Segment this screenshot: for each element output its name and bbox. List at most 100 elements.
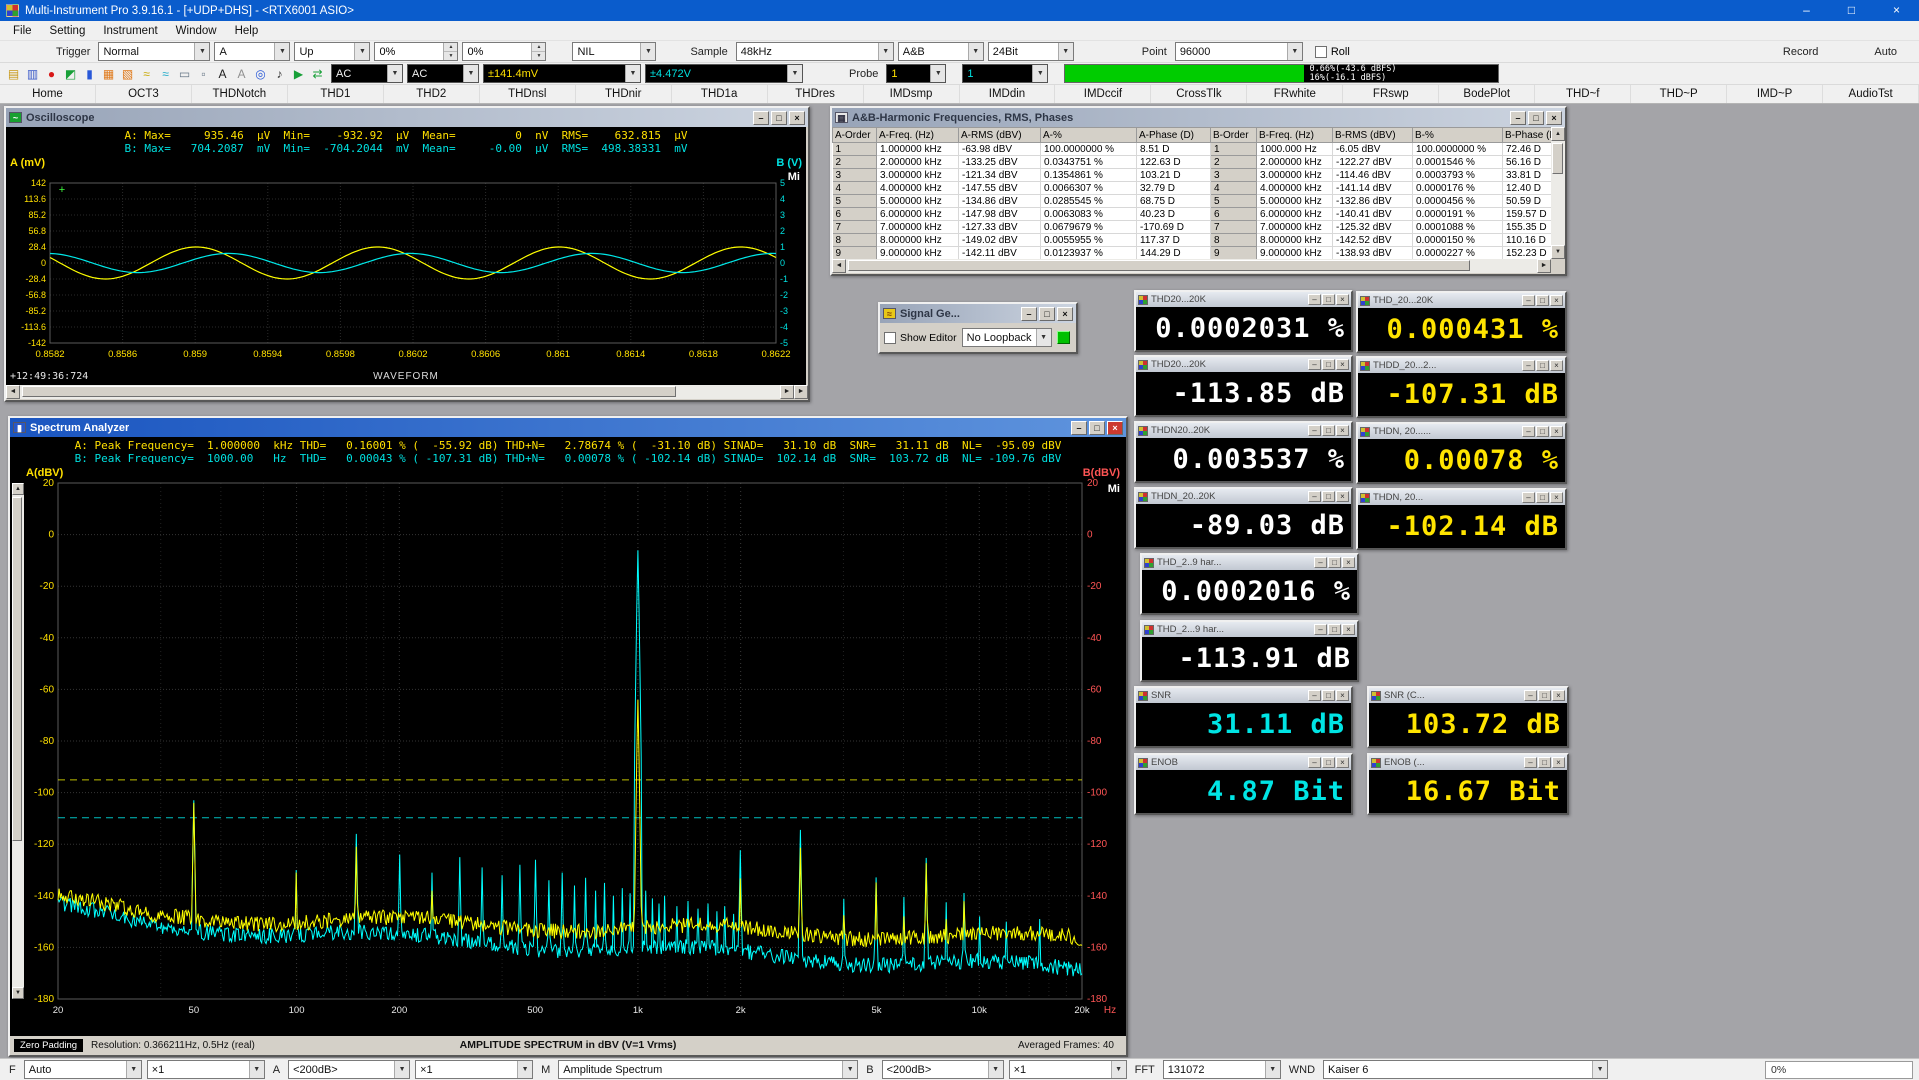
tab-thd-p[interactable]: THD~P xyxy=(1631,85,1728,103)
save-icon[interactable]: ▥ xyxy=(23,64,42,83)
minimize-icon[interactable]: – xyxy=(1314,557,1327,568)
scrollbar-thumb[interactable] xyxy=(1552,143,1563,175)
scroll-right-icon[interactable]: ► xyxy=(780,385,794,399)
maximize-icon[interactable]: □ xyxy=(771,110,787,125)
tab-imddin[interactable]: IMDdin xyxy=(960,85,1056,103)
bit-depth-select[interactable]: 24Bit ▼ xyxy=(987,42,1074,61)
minimize-icon[interactable]: – xyxy=(1021,306,1037,321)
sampling-rate-select[interactable]: 48kHz ▼ xyxy=(735,42,894,61)
maximize-icon[interactable]: □ xyxy=(1536,426,1549,437)
scrollbar-thumb[interactable] xyxy=(22,386,676,397)
ddp-meter-titlebar[interactable]: ENOB – □ × xyxy=(1136,755,1351,770)
menu-setting[interactable]: Setting xyxy=(41,23,95,39)
close-icon[interactable]: × xyxy=(789,110,805,125)
scrollbar-thumb[interactable] xyxy=(848,260,1470,271)
ddp-meter-titlebar[interactable]: THDN, 20... – □ × xyxy=(1358,490,1565,505)
scrollbar-track[interactable] xyxy=(12,495,24,987)
a-range-select[interactable]: <200dB> ▼ xyxy=(288,1060,411,1079)
close-icon[interactable]: × xyxy=(1336,359,1349,370)
tab-crosstlk[interactable]: CrossTlk xyxy=(1151,85,1248,103)
increase-font-icon[interactable]: A xyxy=(213,64,232,83)
minimize-icon[interactable]: – xyxy=(1524,690,1537,701)
minimize-icon[interactable]: – xyxy=(1510,110,1526,125)
ddp-meter-titlebar[interactable]: THDN20..20K – □ × xyxy=(1136,423,1351,438)
ddp-meter-titlebar[interactable]: SNR (C... – □ × xyxy=(1369,688,1567,703)
close-icon[interactable]: × xyxy=(1550,492,1563,503)
tab-thdres[interactable]: THDres xyxy=(768,85,864,103)
maximize-icon[interactable]: □ xyxy=(1528,110,1544,125)
record-button[interactable]: Record xyxy=(1783,46,1818,58)
minimize-icon[interactable]: – xyxy=(1308,294,1321,305)
close-icon[interactable]: × xyxy=(1057,306,1073,321)
loopback-icon[interactable]: ⇄ xyxy=(308,64,327,83)
maximize-icon[interactable]: □ xyxy=(1322,757,1335,768)
spin-down-icon[interactable]: ▼ xyxy=(532,52,546,60)
spectrum-mode-select[interactable]: Amplitude Spectrum ▼ xyxy=(558,1060,859,1079)
ddp-meter-titlebar[interactable]: THDN_20..20K – □ × xyxy=(1136,489,1351,504)
close-icon[interactable]: × xyxy=(1336,757,1349,768)
maximize-icon[interactable]: □ xyxy=(1328,557,1341,568)
trigger-source-select[interactable]: A ▼ xyxy=(214,42,291,61)
ddp-meter-titlebar[interactable]: THD20...20K – □ × xyxy=(1136,357,1351,372)
tab-bodeplot[interactable]: BodePlot xyxy=(1439,85,1536,103)
checkbox-box[interactable] xyxy=(884,331,896,344)
derived-data-point-icon[interactable]: ▫ xyxy=(194,64,213,83)
checkbox-box[interactable] xyxy=(1314,45,1327,58)
tab-thdnir[interactable]: THDnir xyxy=(576,85,672,103)
minimize-icon[interactable]: – xyxy=(1308,359,1321,370)
minimize-icon[interactable]: – xyxy=(1308,491,1321,502)
spectrum-analyzer-icon[interactable]: ▮ xyxy=(80,64,99,83)
close-icon[interactable]: × xyxy=(1342,624,1355,635)
close-icon[interactable]: × xyxy=(1336,690,1349,701)
ddp-meter-titlebar[interactable]: SNR – □ × xyxy=(1136,688,1351,703)
maximize-icon[interactable]: □ xyxy=(1538,690,1551,701)
signal-generator-a-icon[interactable]: ≈ xyxy=(137,64,156,83)
ddp-meter-titlebar[interactable]: ENOB (... – □ × xyxy=(1369,755,1567,770)
restore-icon[interactable]: □ xyxy=(1089,420,1105,435)
horizontal-scrollbar[interactable]: ◄ ► ► xyxy=(6,385,808,399)
maximize-icon[interactable]: □ xyxy=(1536,492,1549,503)
minimize-icon[interactable]: – xyxy=(1308,690,1321,701)
close-icon[interactable]: × xyxy=(1342,557,1355,568)
minimize-icon[interactable]: – xyxy=(1314,624,1327,635)
record-length-select[interactable]: 96000 ▼ xyxy=(1174,42,1303,61)
spectrum-3d-plot-icon[interactable]: ▧ xyxy=(118,64,137,83)
scroll-down-icon[interactable]: ▼ xyxy=(1551,245,1565,259)
auto-button[interactable]: Auto xyxy=(1874,46,1897,58)
ddp-meter-titlebar[interactable]: THDN, 20...... – □ × xyxy=(1358,424,1565,439)
coupling-a-select[interactable]: AC ▼ xyxy=(331,64,403,83)
horizontal-scrollbar[interactable]: ◄ ► xyxy=(832,259,1551,273)
scrollbar-track[interactable] xyxy=(1551,141,1565,245)
scroll-up-icon[interactable]: ▲ xyxy=(12,483,24,495)
maximize-icon[interactable]: □ xyxy=(1538,757,1551,768)
range-b-select[interactable]: ±4.472V ▼ xyxy=(645,64,803,83)
ddp-meter-titlebar[interactable]: THD_20...20K – □ × xyxy=(1358,293,1565,308)
range-a-select[interactable]: ±141.4mV ▼ xyxy=(483,64,641,83)
minimize-icon[interactable]: – xyxy=(1522,295,1535,306)
minimize-icon[interactable]: – xyxy=(1522,492,1535,503)
scrollbar-track[interactable] xyxy=(20,385,780,399)
menu-instrument[interactable]: Instrument xyxy=(94,23,166,39)
spin-up-icon[interactable]: ▲ xyxy=(444,43,458,52)
trigger-mode-select[interactable]: Normal ▼ xyxy=(98,42,211,61)
tab-home[interactable]: Home xyxy=(0,85,96,103)
multimeter-icon[interactable]: ▦ xyxy=(99,64,118,83)
play-icon[interactable]: ▶ xyxy=(289,64,308,83)
window-maximize-button[interactable]: □ xyxy=(1829,0,1874,21)
maximize-icon[interactable]: □ xyxy=(1322,294,1335,305)
show-editor-checkbox[interactable]: Show Editor xyxy=(884,331,957,344)
coupling-b-select[interactable]: AC ▼ xyxy=(407,64,479,83)
tab-thd-f[interactable]: THD~f xyxy=(1535,85,1632,103)
menu-help[interactable]: Help xyxy=(226,23,268,39)
close-icon[interactable]: × xyxy=(1336,425,1349,436)
maximize-icon[interactable]: □ xyxy=(1536,295,1549,306)
scroll-right-icon[interactable]: ► xyxy=(1537,259,1551,273)
scrollbar-track[interactable] xyxy=(846,259,1537,273)
close-icon[interactable]: × xyxy=(1550,360,1563,371)
scroll-up-icon[interactable]: ▲ xyxy=(1551,127,1565,141)
tab-frswp[interactable]: FRswp xyxy=(1343,85,1440,103)
probe-a-select[interactable]: 1 ▼ xyxy=(886,64,947,83)
sampling-channels-select[interactable]: A&B ▼ xyxy=(897,42,984,61)
tab-oct3[interactable]: OCT3 xyxy=(96,85,192,103)
maximize-icon[interactable]: □ xyxy=(1328,624,1341,635)
